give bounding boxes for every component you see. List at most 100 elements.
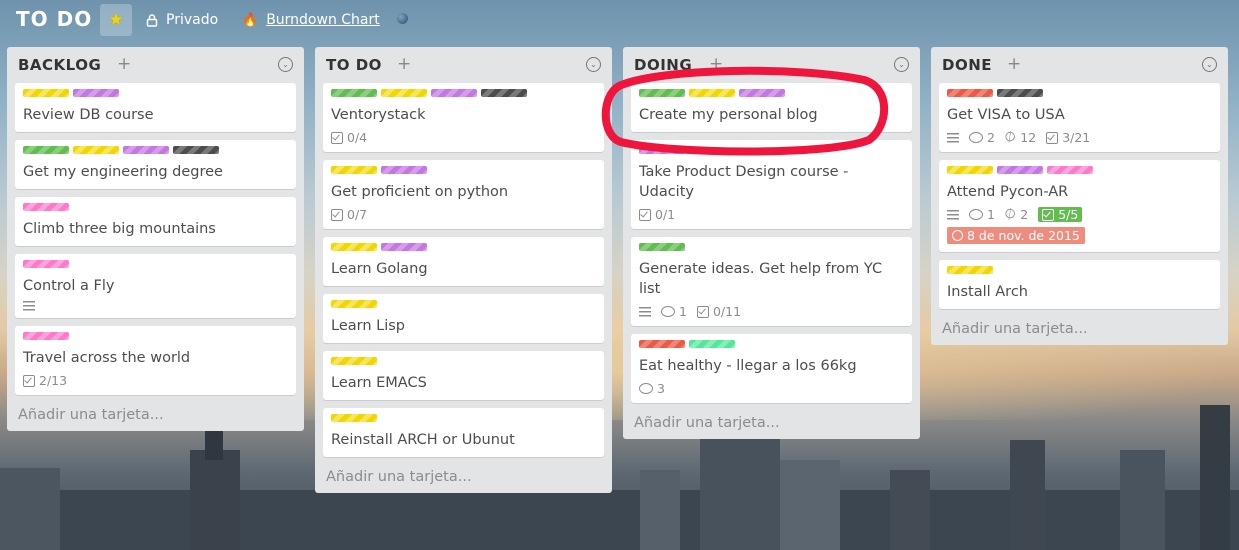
add-icon[interactable]: + [1007,54,1021,74]
card[interactable]: Reinstall ARCH or Ubunut [323,408,604,457]
flame-icon: 🔥 [242,12,259,28]
checklist-badge: 0/11 [696,304,741,319]
label-yellow [23,89,69,97]
label-black [997,89,1043,97]
card-title: Control a Fly [23,278,115,294]
description-icon [23,301,35,311]
paperclip-icon: ∅ [1001,205,1020,224]
list-header: DONE + ⌄ [931,47,1228,83]
board-title[interactable]: TO DO [16,7,92,31]
card-title: Climb three big mountains [23,221,216,237]
card[interactable]: Generate ideas. Get help from YC list 1 … [631,237,912,326]
label-pink [23,260,69,268]
checklist-count: 0/1 [655,207,676,222]
label-purple [639,146,685,154]
list-doing: DOING + ⌄ Create my personal blog Take P… [623,47,920,439]
list-header: BACKLOG + ⌄ [7,47,304,83]
list-menu-icon[interactable]: ⌄ [278,57,293,72]
label-green [639,89,685,97]
label-red [947,89,993,97]
checklist-icon [1042,208,1055,221]
card[interactable]: Learn Golang [323,237,604,286]
checklist-icon [1046,131,1059,144]
list-backlog: BACKLOG + ⌄ Review DB course Get my engi… [7,47,304,431]
label-yellow [331,357,377,365]
description-badge [947,132,959,143]
checklist-icon [331,208,343,221]
card[interactable]: Get proficient on python 0/7 [323,160,604,229]
burndown-chart-link[interactable]: 🔥 Burndown Chart [242,12,380,28]
label-pink [23,203,69,211]
card[interactable]: Get VISA to USA 2 ∅ 12 3/21 [939,83,1220,152]
label-yellow [947,266,993,274]
checklist-icon [639,208,651,221]
card[interactable]: Ventorystack 0/4 [323,83,604,152]
add-card-link[interactable]: Añadir una tarjeta... [7,403,304,431]
add-card-link[interactable]: Añadir una tarjeta... [315,465,612,493]
card[interactable]: Review DB course [15,83,296,132]
card[interactable]: Install Arch [939,260,1220,309]
list-menu-icon[interactable]: ⌄ [894,57,909,72]
comments-count: 2 [987,130,995,145]
card-title: Attend Pycon-AR [947,184,1069,200]
comments-badge: 1 [661,304,687,319]
comment-icon [969,132,983,143]
privacy-button[interactable]: Privado [146,12,218,28]
add-card-link[interactable]: Añadir una tarjeta... [623,411,920,439]
add-icon[interactable]: + [397,54,411,74]
label-black [481,89,527,97]
list-title[interactable]: DOING [634,56,692,74]
list-menu-icon[interactable]: ⌄ [586,57,601,72]
checklist-badge: 0/1 [639,207,675,222]
checklist-badge: 0/7 [331,207,367,222]
card-title: Learn Lisp [331,318,406,334]
list-title[interactable]: BACKLOG [18,56,101,74]
list-todo: TO DO + ⌄ Ventorystack 0/4 Get proficien… [315,47,612,493]
label-purple [381,166,427,174]
checklist-count: 2/13 [39,373,68,388]
card[interactable]: Learn Lisp [323,294,604,343]
checklist-icon [696,305,709,318]
card-title: Review DB course [23,107,154,123]
card[interactable]: Get my engineering degree [15,140,296,189]
label-yellow [331,166,377,174]
due-date-badge: 8 de nov. de 2015 [947,227,1085,244]
checklist-count: 3/21 [1062,130,1091,145]
card[interactable]: Learn EMACS [323,351,604,400]
burndown-label: Burndown Chart [266,12,380,28]
label-purple [431,89,477,97]
card[interactable]: Create my personal blog [631,83,912,132]
checklist-badge: 2/13 [23,373,67,388]
card-title: Get VISA to USA [947,107,1065,123]
label-yellow [689,89,735,97]
add-icon[interactable]: + [709,54,723,74]
globe-icon[interactable] [397,13,408,24]
comments-count: 3 [657,381,665,396]
card-title: Reinstall ARCH or Ubunut [331,432,515,448]
card[interactable]: Control a Fly [15,254,296,318]
description-badge [23,301,35,311]
label-green [23,146,69,154]
star-board-button[interactable]: ★ [100,4,132,36]
card-title: Take Product Design course - Udacity [639,164,849,200]
list-title[interactable]: TO DO [326,56,382,74]
card[interactable]: Attend Pycon-AR 1 ∅ 2 5/5 8 de nov. de 20… [939,160,1220,252]
comments-badge: 2 [969,130,995,145]
card-title: Get my engineering degree [23,164,223,180]
checklist-complete-badge: 5/5 [1038,207,1083,222]
card[interactable]: Eat healthy - llegar a los 66kg 3 [631,334,912,403]
add-card-link[interactable]: Añadir una tarjeta... [931,317,1228,345]
attachments-count: 12 [1020,130,1037,145]
comment-icon [969,209,983,220]
label-purple [997,166,1043,174]
label-black [173,146,219,154]
attachments-badge: ∅ 12 [1002,128,1037,147]
card[interactable]: Take Product Design course - Udacity 0/1 [631,140,912,229]
checklist-badge: 0/4 [331,130,367,145]
card-title: Eat healthy - llegar a los 66kg [639,358,857,374]
card[interactable]: Climb three big mountains [15,197,296,246]
list-title[interactable]: DONE [942,56,992,74]
card[interactable]: Travel across the world 2/13 [15,326,296,395]
add-icon[interactable]: + [117,54,131,74]
list-menu-icon[interactable]: ⌄ [1202,57,1217,72]
